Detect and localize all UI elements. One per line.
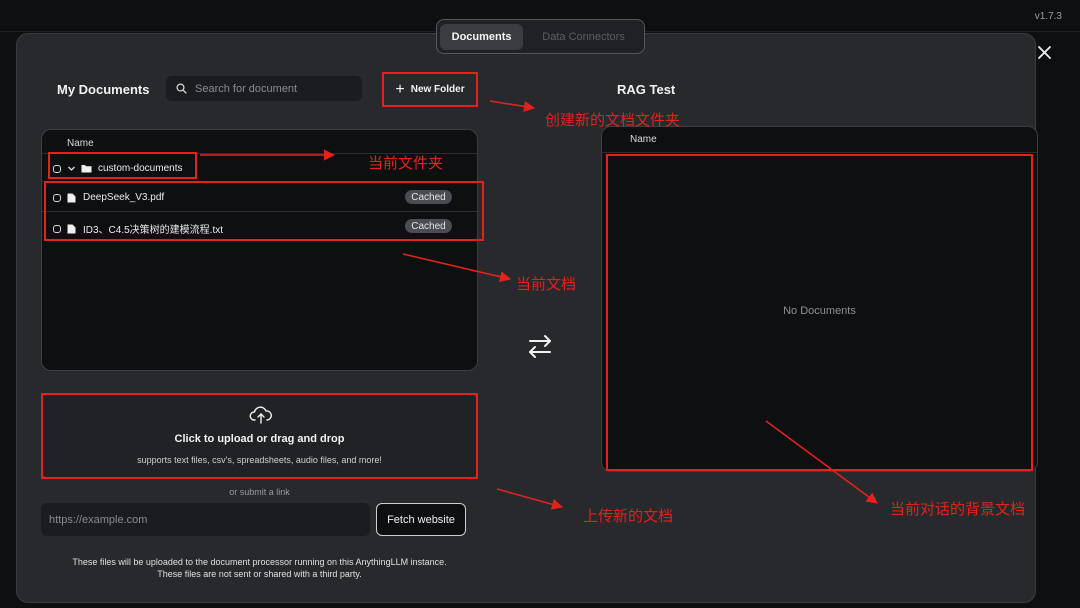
new-folder-button[interactable]: + New Folder [382, 72, 478, 107]
footer-note-line1: These files will be uploaded to the docu… [72, 557, 447, 567]
column-header-name: Name [630, 134, 657, 145]
footer-note-line2: These files are not sent or shared with … [157, 569, 362, 579]
close-icon[interactable] [1036, 44, 1053, 61]
tab-bar: Documents Data Connectors [436, 19, 645, 54]
new-folder-label: New Folder [410, 84, 465, 95]
tab-documents[interactable]: Documents [440, 23, 524, 50]
annotation-current-documents: 当前文档 [516, 276, 577, 293]
highlight-upload [41, 393, 478, 479]
submit-link-label: or submit a link [229, 487, 290, 497]
search-input[interactable] [193, 81, 357, 96]
highlight-current-folder [48, 152, 197, 179]
version-label: v1.7.3 [1034, 11, 1062, 22]
highlight-current-documents [44, 181, 484, 241]
column-header-name: Name [67, 138, 94, 149]
workspace-title: RAG Test [617, 82, 676, 97]
annotation-current-folder: 当前文件夹 [368, 155, 444, 172]
plus-icon: + [395, 80, 405, 98]
annotation-upload: 上传新的文档 [583, 508, 674, 525]
search-box[interactable] [166, 76, 362, 101]
search-icon [176, 83, 187, 94]
url-input[interactable] [41, 503, 370, 536]
annotation-new-folder: 创建新的文档文件夹 [545, 112, 681, 129]
my-documents-title: My Documents [57, 82, 150, 97]
tab-data-connectors[interactable]: Data Connectors [526, 24, 641, 50]
swap-arrows-icon[interactable] [527, 333, 553, 359]
header-divider [602, 152, 1037, 153]
highlight-workspace-documents [606, 154, 1033, 471]
fetch-website-button[interactable]: Fetch website [376, 503, 466, 536]
annotation-background-documents: 当前对话的背景文档 [890, 501, 1026, 518]
